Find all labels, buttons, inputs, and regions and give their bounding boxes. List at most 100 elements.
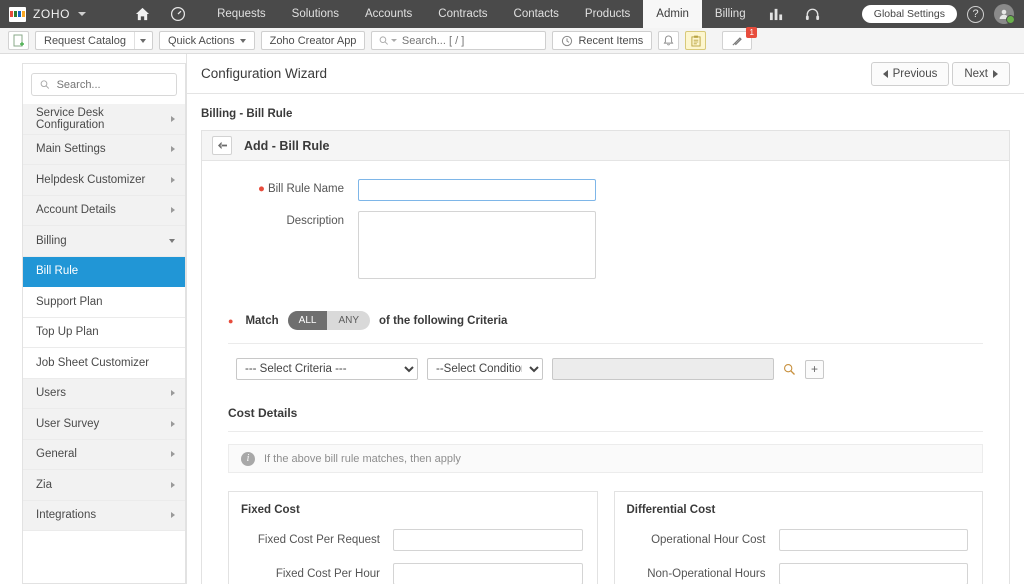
sidebar-item-users[interactable]: Users (23, 378, 185, 409)
form-scroll-area[interactable]: Billing - Bill Rule Add - Bill Rule ● Bil… (187, 94, 1024, 584)
bill-rule-name-row: ● Bill Rule Name (218, 179, 993, 201)
sidebar-item-integrations[interactable]: Integrations (23, 500, 185, 531)
bill-rule-name-input[interactable] (358, 179, 596, 201)
global-settings-button[interactable]: Global Settings (861, 5, 957, 23)
previous-button[interactable]: Previous (870, 61, 950, 86)
nav-quick-icons (124, 0, 196, 28)
chevron-right-icon (171, 481, 175, 488)
tab-admin[interactable]: Admin (643, 0, 702, 28)
sidebar-item-job-sheet-customizer[interactable]: Job Sheet Customizer (23, 348, 185, 379)
card-header: Add - Bill Rule (202, 131, 1009, 161)
search-field[interactable] (401, 34, 539, 47)
home-icon[interactable] (124, 0, 160, 28)
sidebar-menu: Service Desk Configuration Main Settings… (22, 104, 186, 584)
magnifier-lookup-icon[interactable] (783, 363, 796, 376)
tab-contacts[interactable]: Contacts (501, 0, 572, 28)
zoho-logo-icon (9, 6, 26, 22)
chevron-down-icon (169, 238, 175, 243)
sidebar-item-label: General (36, 448, 77, 461)
fixed-cost-per-request-input[interactable] (393, 529, 583, 551)
next-button[interactable]: Next (952, 61, 1010, 86)
operational-hour-cost-input[interactable] (778, 529, 968, 551)
quick-actions-dropdown[interactable]: Quick Actions (158, 31, 255, 50)
sidebar-item-label: Zia (36, 478, 52, 491)
clipboard-icon[interactable] (685, 31, 707, 50)
sidebar-item-zia[interactable]: Zia (23, 470, 185, 501)
sidebar-item-account-details[interactable]: Account Details (23, 195, 185, 226)
tab-billing[interactable]: Billing (702, 0, 759, 28)
fixed-cost-title: Fixed Cost (241, 504, 300, 516)
search-icon (380, 36, 389, 45)
match-option-all[interactable]: ALL (287, 311, 328, 330)
dashboard-gauge-icon[interactable] (160, 0, 196, 28)
criteria-value-input[interactable] (552, 358, 774, 380)
help-icon[interactable]: ? (967, 5, 984, 23)
chevron-right-icon (171, 512, 175, 519)
sidebar-item-label: Main Settings (36, 143, 106, 156)
description-textarea[interactable] (358, 211, 596, 279)
fixed-cost-per-hour-label: Fixed Cost Per Hour (275, 568, 380, 580)
search-icon (40, 80, 50, 89)
select-criteria-dropdown[interactable]: --- Select Criteria --- (236, 358, 418, 380)
card-title: Add - Bill Rule (244, 138, 330, 153)
match-option-any[interactable]: ANY (327, 311, 370, 330)
chevron-down-icon[interactable] (133, 32, 152, 49)
tab-requests[interactable]: Requests (204, 0, 279, 28)
plus-add-criteria-icon[interactable]: + (805, 359, 824, 379)
sidebar-item-support-plan[interactable]: Support Plan (23, 287, 185, 318)
sidebar-item-service-desk-configuration[interactable]: Service Desk Configuration (23, 104, 185, 135)
sidebar-item-general[interactable]: General (23, 439, 185, 470)
search-caret-icon[interactable] (390, 39, 397, 42)
sidebar-column: Service Desk Configuration Main Settings… (0, 54, 186, 584)
sidebar-item-bill-rule[interactable]: Bill Rule (23, 256, 185, 287)
reports-bar-chart-icon[interactable] (759, 0, 795, 28)
cost-details-info-bar: i If the above bill rule matches, then a… (228, 444, 983, 473)
main-nav-tabs: Requests Solutions Accounts Contracts Co… (204, 0, 831, 28)
fixed-cost-per-request-label: Fixed Cost Per Request (257, 534, 380, 546)
chevron-right-icon (171, 115, 175, 122)
select-condition-dropdown[interactable]: --Select Condition-- (427, 358, 543, 380)
chevron-down-icon (239, 38, 246, 43)
bell-icon[interactable] (658, 31, 680, 50)
tab-solutions[interactable]: Solutions (279, 0, 352, 28)
operational-hour-cost-label: Operational Hour Cost (651, 534, 766, 546)
sidebar-item-label: Account Details (36, 204, 116, 217)
sidebar-item-billing[interactable]: Billing (23, 226, 185, 257)
match-suffix-label: of the following Criteria (379, 314, 508, 327)
sidebar-search-input[interactable] (31, 73, 177, 96)
back-arrow-icon[interactable] (212, 136, 232, 155)
match-prefix-label: Match (245, 314, 279, 327)
recent-items-button[interactable]: Recent Items (552, 31, 653, 50)
sidebar-item-main-settings[interactable]: Main Settings (23, 134, 185, 165)
cost-details-section-title: Cost Details (228, 406, 298, 420)
match-all-any-toggle[interactable]: ALL ANY (287, 311, 371, 330)
fixed-cost-per-hour-input[interactable] (393, 563, 583, 584)
fixed-cost-per-hour-row: Fixed Cost Per Hour (241, 563, 583, 584)
tab-accounts[interactable]: Accounts (352, 0, 425, 28)
non-operational-hours-input[interactable] (778, 563, 968, 584)
tab-contracts[interactable]: Contracts (425, 0, 500, 28)
required-marker: ● (228, 315, 234, 326)
sidebar-item-top-up-plan[interactable]: Top Up Plan (23, 317, 185, 348)
criteria-builder-row: --- Select Criteria --- --Select Conditi… (218, 344, 993, 380)
sidebar-item-helpdesk-customizer[interactable]: Helpdesk Customizer (23, 165, 185, 196)
sidebar-item-user-survey[interactable]: User Survey (23, 409, 185, 440)
sidebar-search-field[interactable] (56, 78, 168, 91)
search-input[interactable] (371, 31, 547, 50)
new-request-icon[interactable] (8, 31, 29, 50)
chevron-down-icon[interactable] (78, 12, 87, 16)
recent-items-label: Recent Items (578, 34, 644, 47)
breadcrumb: Billing - Bill Rule (201, 108, 293, 120)
zoho-creator-app-button[interactable]: Zoho Creator App (260, 31, 366, 50)
request-catalog-dropdown[interactable]: Request Catalog (35, 31, 153, 50)
secondary-toolbar: Request Catalog Quick Actions Zoho Creat… (0, 27, 1024, 54)
zoho-brand[interactable]: ZOHO (0, 0, 96, 28)
info-icon: i (241, 451, 255, 466)
pin-icon[interactable]: 1 (722, 27, 758, 50)
tab-products[interactable]: Products (572, 0, 643, 28)
bill-rule-name-label: Bill Rule Name (267, 183, 344, 195)
previous-label: Previous (892, 67, 938, 80)
avatar[interactable] (994, 4, 1015, 24)
headset-support-icon[interactable] (795, 0, 831, 28)
fixed-cost-box: Fixed Cost Fixed Cost Per Request Fixed … (228, 491, 598, 584)
